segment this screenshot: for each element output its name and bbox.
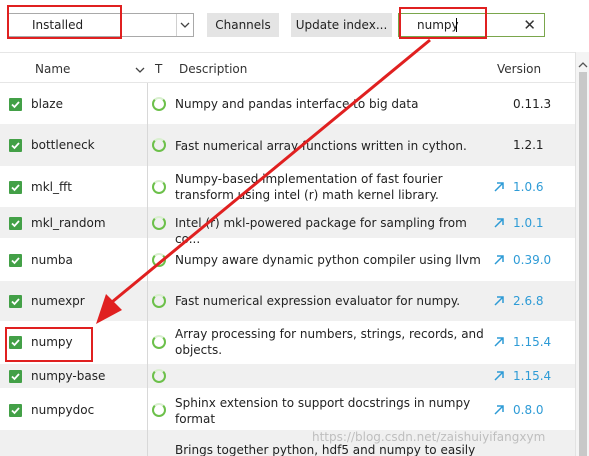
annotation-arrow-shaft: [111, 38, 431, 304]
annotation-arrow: [96, 38, 431, 324]
watermark-text: https://blog.csdn.net/zaishuiyifangxym: [312, 430, 546, 444]
